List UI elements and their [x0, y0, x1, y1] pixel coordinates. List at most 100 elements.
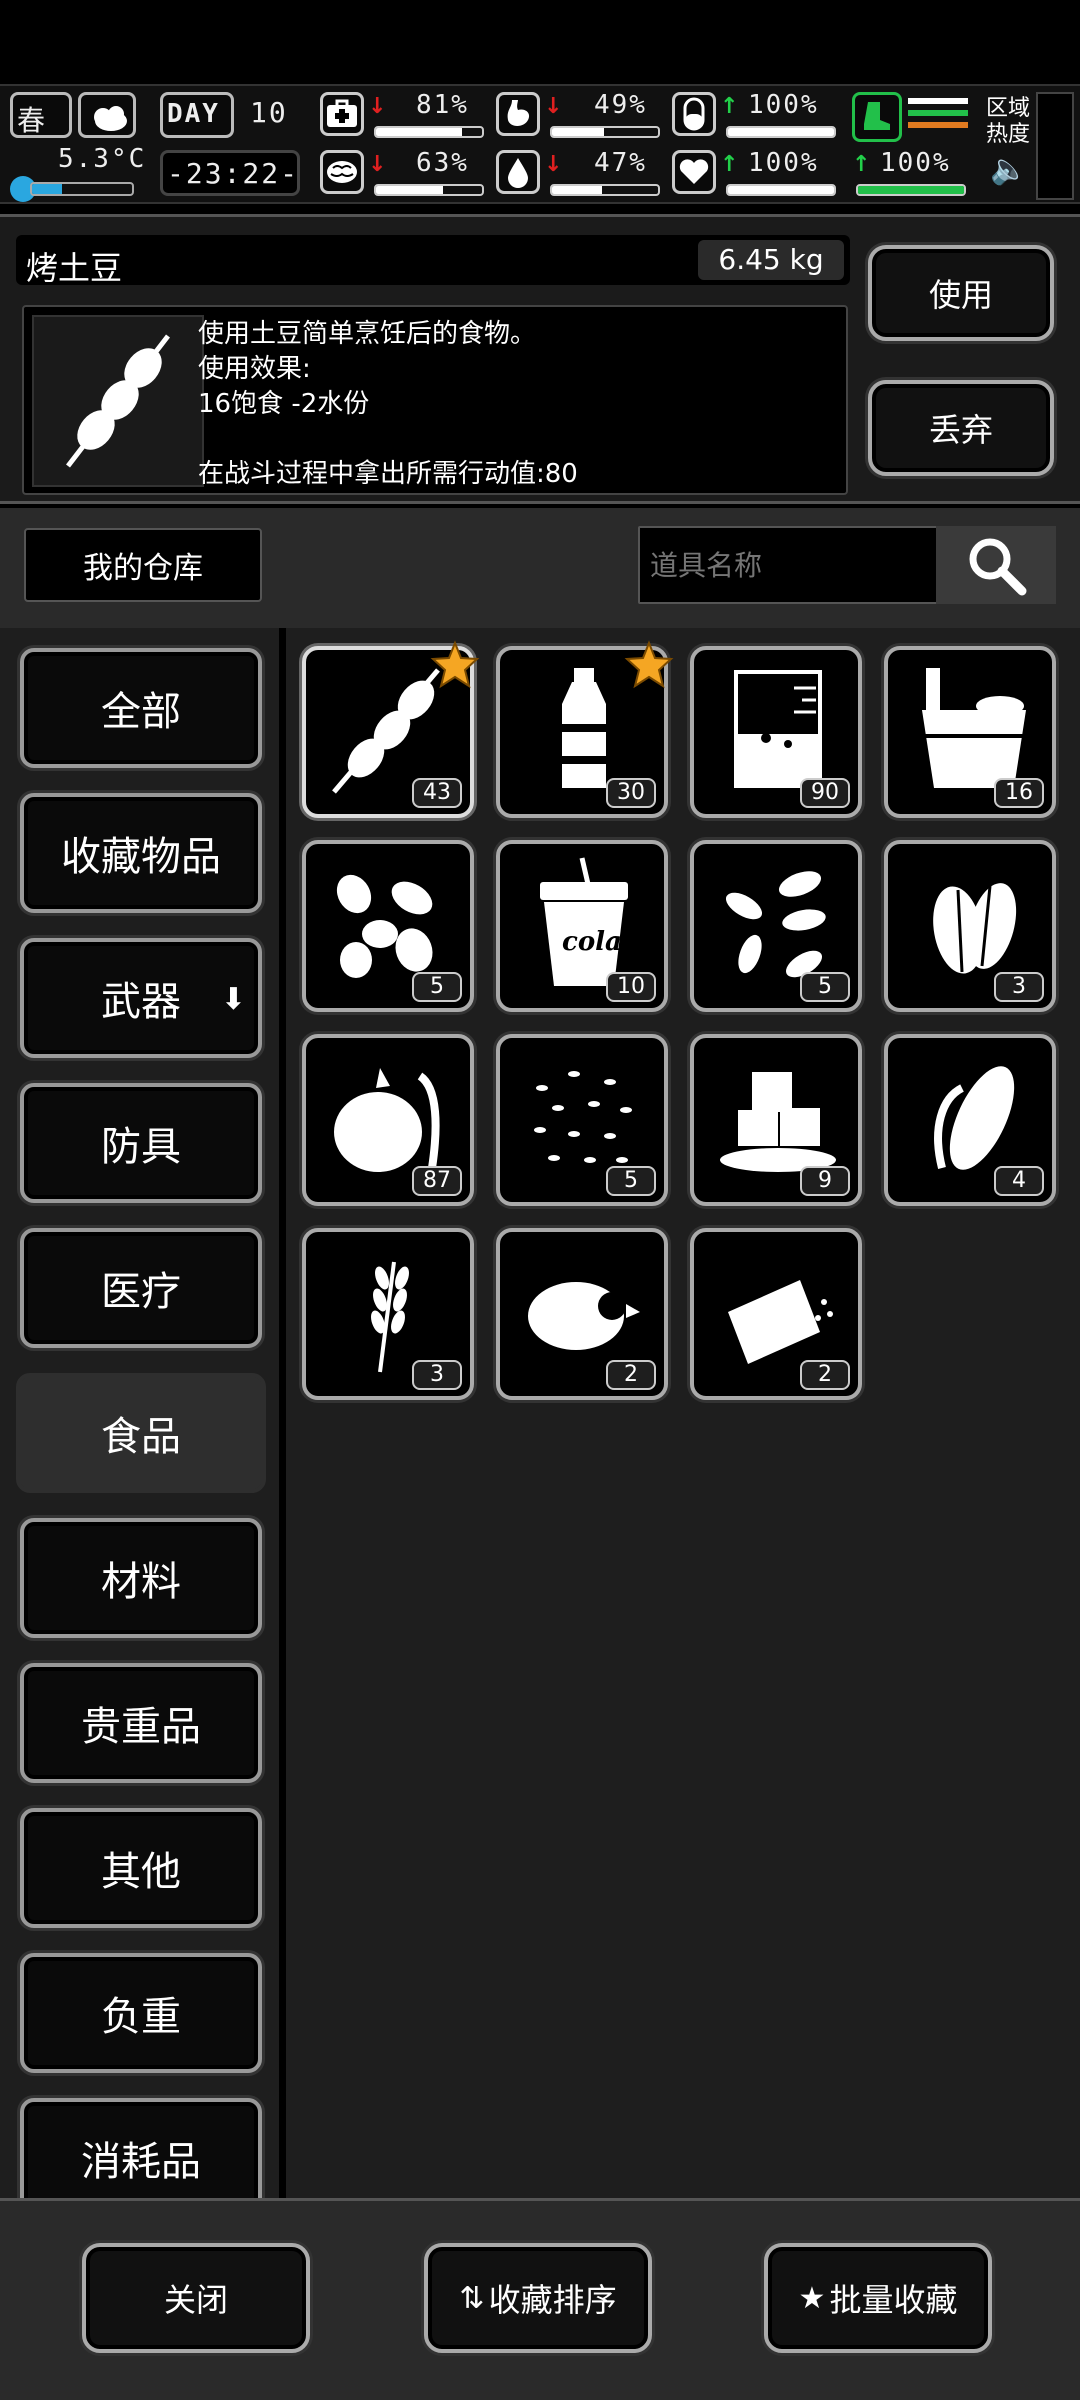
category-weapons[interactable]: 武器 ⬇ — [20, 938, 262, 1058]
brain-icon — [320, 150, 364, 194]
favorite-sort-button[interactable]: ⇅ 收藏排序 — [424, 2243, 652, 2353]
category-label: 消耗品 — [81, 2139, 201, 2185]
item-count: 3 — [412, 1360, 462, 1390]
cola-label: cola — [562, 927, 622, 957]
stamina-bar-fill — [858, 186, 964, 194]
item-name-bar: 烤土豆 6.45 kg — [16, 235, 850, 287]
batch-favorite-button[interactable]: ★ 批量收藏 — [764, 2243, 992, 2353]
hunger-bar-fill — [552, 128, 604, 136]
stamina-bar — [856, 184, 966, 196]
water-bar — [550, 184, 660, 196]
favorite-star-icon — [624, 640, 674, 689]
water-drop-icon — [496, 150, 540, 194]
category-label: 负重 — [101, 1994, 181, 2040]
capsule-bar-fill — [728, 128, 834, 136]
item-slot[interactable]: 5 — [690, 840, 862, 1012]
heart-up-arrow-icon: ↑ — [720, 152, 739, 177]
item-slot[interactable]: 3 — [884, 840, 1056, 1012]
stamina-up-arrow-icon: ↑ — [852, 152, 871, 177]
category-label: 其他 — [101, 1849, 181, 1895]
health-value: 81% — [416, 90, 469, 120]
item-weight: 6.45 kg — [698, 240, 844, 280]
area-heat-label: 区域 热度 — [986, 96, 1031, 147]
temperature-bar — [30, 182, 134, 196]
capsule-bar — [726, 126, 836, 138]
close-button-label: 关闭 — [163, 2281, 228, 2319]
category-medical[interactable]: 医疗 — [20, 1228, 262, 1348]
hunger-down-arrow-icon: ↓ — [544, 94, 563, 119]
drop-button[interactable]: 丢弃 — [868, 380, 1054, 476]
category-label: 医疗 — [101, 1269, 181, 1315]
item-slot[interactable]: 2 — [690, 1228, 862, 1400]
category-other[interactable]: 其他 — [20, 1808, 262, 1928]
item-slot[interactable]: 3 — [302, 1228, 474, 1400]
water-down-arrow-icon: ↓ — [544, 152, 563, 177]
use-button[interactable]: 使用 — [868, 245, 1054, 341]
item-count: 16 — [994, 778, 1044, 808]
item-slot[interactable]: 5 — [302, 840, 474, 1012]
health-bar-fill — [376, 128, 462, 136]
item-description: 使用土豆简单烹饪后的食物。 使用效果: 16饱食 -2水份 在战斗过程中拿出所需… — [198, 319, 578, 489]
item-slot[interactable]: 16 — [884, 646, 1056, 818]
item-grid: 43 30 90 16 5 cola 10 5 3 87 5 9 4 3 2 2 — [286, 628, 1080, 2198]
item-slot[interactable]: 2 — [496, 1228, 668, 1400]
search-icon — [969, 538, 1027, 596]
category-valuables[interactable]: 贵重品 — [20, 1663, 262, 1783]
favorite-star-icon — [430, 640, 480, 689]
category-sidebar: 全部 收藏物品 武器 ⬇ 防具 医疗 食品 材料 贵重品 其他 负重 消耗品 — [0, 628, 282, 2198]
category-favorites[interactable]: 收藏物品 — [20, 793, 262, 913]
item-count: 5 — [800, 972, 850, 1002]
item-description-box: 使用土豆简单烹饪后的食物。 使用效果: 16饱食 -2水份 在战斗过程中拿出所需… — [22, 305, 848, 495]
weather-icon — [78, 92, 136, 138]
item-count: 30 — [606, 778, 656, 808]
heart-bar-fill — [728, 186, 834, 194]
sort-arrows-icon: ⇅ — [459, 2280, 485, 2316]
category-label: 收藏物品 — [61, 834, 221, 880]
mental-bar-fill — [376, 186, 443, 194]
item-count: 2 — [606, 1360, 656, 1390]
stamina-value: 100% — [880, 148, 951, 178]
item-slot[interactable]: 4 — [884, 1034, 1056, 1206]
category-materials[interactable]: 材料 — [20, 1518, 262, 1638]
item-count: 9 — [800, 1166, 850, 1196]
hunger-bar — [550, 126, 660, 138]
roasted-potato-skewer-icon — [32, 315, 204, 487]
day-label: DAY — [167, 99, 220, 129]
category-consumables[interactable]: 消耗品 — [20, 2098, 262, 2198]
item-slot[interactable]: 9 — [690, 1034, 862, 1206]
item-count: 10 — [606, 972, 656, 1002]
item-slot[interactable]: cola 10 — [496, 840, 668, 1012]
clock-time: -23:22- — [167, 157, 300, 190]
item-slot[interactable]: 90 — [690, 646, 862, 818]
season-label: 春 — [17, 104, 48, 137]
item-count: 4 — [994, 1166, 1044, 1196]
category-food[interactable]: 食品 — [16, 1373, 266, 1493]
item-slot[interactable]: 30 — [496, 640, 674, 818]
footer-bar: 关闭 ⇅ 收藏排序 ★ 批量收藏 — [0, 2198, 1080, 2400]
capsule-up-arrow-icon: ↑ — [720, 94, 739, 119]
item-slot[interactable]: 87 — [302, 1034, 474, 1206]
item-slot[interactable]: 5 — [496, 1034, 668, 1206]
batch-favorite-label: 批量收藏 — [829, 2281, 958, 2319]
close-button[interactable]: 关闭 — [82, 2243, 310, 2353]
item-count: 87 — [412, 1166, 462, 1196]
category-load[interactable]: 负重 — [20, 1953, 262, 2073]
item-slot[interactable]: 43 — [302, 640, 480, 818]
speaker-icon[interactable]: 🔈 — [990, 152, 1027, 187]
mental-bar — [374, 184, 484, 196]
arrow-down-icon: ⬇ — [220, 982, 246, 1017]
day-indicator: DAY — [160, 92, 234, 138]
category-all[interactable]: 全部 — [20, 648, 262, 768]
capsule-icon — [672, 92, 716, 136]
health-bar — [374, 126, 484, 138]
season-indicator: 春 — [10, 92, 72, 138]
search-button[interactable] — [936, 526, 1056, 604]
category-label: 防具 — [101, 1124, 181, 1170]
category-armor[interactable]: 防具 — [20, 1083, 262, 1203]
item-search-input[interactable] — [638, 526, 938, 604]
category-label: 贵重品 — [81, 1704, 201, 1750]
clock: -23:22- — [160, 150, 300, 196]
item-count: 5 — [606, 1166, 656, 1196]
category-label: 材料 — [101, 1559, 181, 1605]
area-heat-meter — [1036, 92, 1074, 200]
